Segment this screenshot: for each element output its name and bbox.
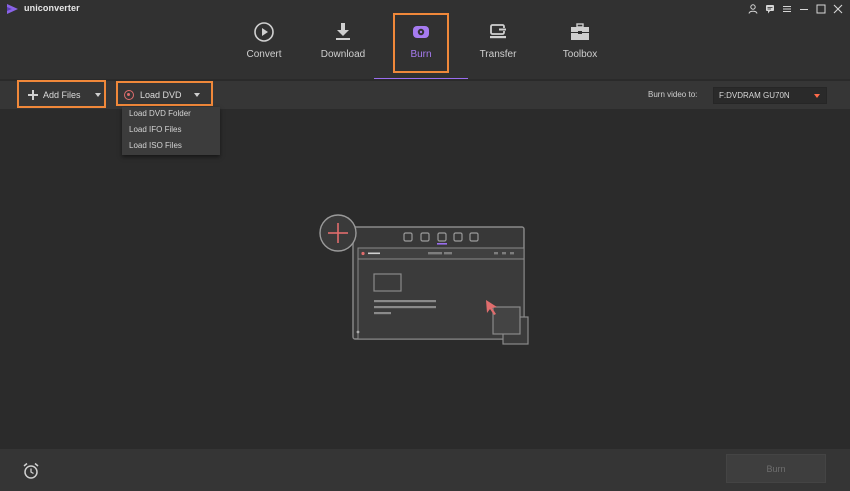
disc-icon [124,90,134,100]
nav-burn-label: Burn [410,49,432,60]
nav-toolbox-label: Toolbox [562,49,598,60]
nav-transfer-label: Transfer [479,49,517,60]
add-files-dropdown-icon[interactable] [94,93,101,97]
feedback-icon[interactable] [761,2,778,16]
app-logo-icon [7,4,18,14]
disc-burn-icon [409,21,433,43]
play-circle-icon [252,21,276,43]
add-files-label: Add Files [43,90,81,100]
menu-item-load-iso-files[interactable]: Load ISO Files [129,141,182,150]
burn-to-label: Burn video to: [648,90,698,99]
nav-burn[interactable]: Burn [374,10,468,80]
nav-toolbox[interactable]: Toolbox [543,10,617,74]
toolbox-icon [568,21,592,43]
transfer-icon [486,21,510,43]
load-dvd-dropdown-icon[interactable] [193,93,200,97]
nav-download-label: Download [320,49,366,60]
load-dvd-label: Load DVD [140,90,182,100]
burn-button-label: Burn [766,463,786,474]
app-name: uniconverter [24,3,80,13]
nav-download[interactable]: Download [306,10,380,74]
burn-button[interactable]: Burn [726,454,826,483]
add-files-button[interactable]: Add Files [28,85,101,105]
burn-target-value: F:DVDRAM GU70N [719,91,790,100]
menu-item-load-ifo-files[interactable]: Load IFO Files [129,125,181,134]
load-dvd-menu: Load DVD Folder Load IFO Files Load ISO … [122,107,220,155]
maximize-icon[interactable] [812,2,829,16]
main-area [0,109,850,449]
nav-convert[interactable]: Convert [227,10,301,74]
bottom-bar: Burn [0,449,850,491]
user-icon[interactable] [744,2,761,16]
chevron-down-icon [814,94,820,98]
menu-item-load-dvd-folder[interactable]: Load DVD Folder [129,109,191,118]
load-dvd-button[interactable]: Load DVD [124,85,200,105]
header: uniconverter Convert Download Burn Trans… [0,0,850,80]
nav-transfer[interactable]: Transfer [461,10,535,74]
nav-convert-label: Convert [246,49,282,60]
burn-target-select[interactable]: F:DVDRAM GU70N [713,87,827,104]
plus-icon [28,90,38,100]
close-icon[interactable] [829,2,846,16]
menu-icon[interactable] [778,2,795,16]
minimize-icon[interactable] [795,2,812,16]
empty-state-illustration[interactable] [316,211,532,345]
download-icon [331,21,355,43]
alarm-clock-icon[interactable] [22,462,40,480]
window-controls [744,2,846,16]
